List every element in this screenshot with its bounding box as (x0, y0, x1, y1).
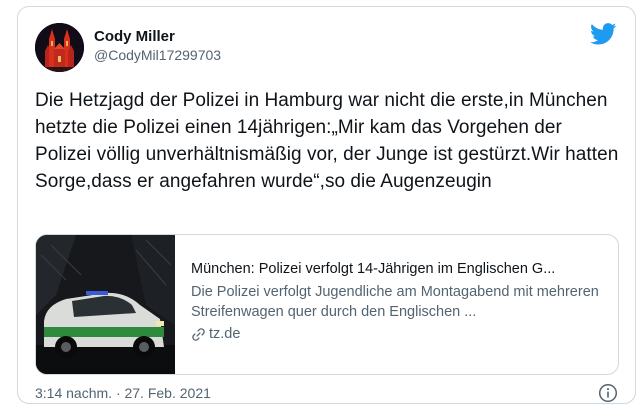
card-description: Die Polizei verfolgt Jugendliche am Mont… (191, 284, 599, 320)
card-title[interactable]: München: Polizei verfolgt 14-Jährigen im… (191, 259, 611, 279)
cathedral-avatar-image (35, 23, 84, 72)
author-handle[interactable]: @CodyMil17299703 (94, 47, 221, 63)
tweet-timestamp[interactable]: 3:14 nachm. · 27. Feb. 2021 (35, 385, 211, 401)
link-icon (191, 327, 206, 342)
tweet-text: Die Hetzjagd der Polizei in Hamburg war … (35, 90, 619, 192)
author-name[interactable]: Cody Miller (94, 28, 175, 45)
card-body[interactable]: München: Polizei verfolgt 14-Jährigen im… (191, 259, 611, 344)
twitter-bird-icon[interactable] (589, 23, 617, 45)
card-domain[interactable]: tz.de (209, 324, 240, 344)
info-icon[interactable] (598, 383, 618, 403)
card-thumbnail[interactable] (36, 235, 175, 374)
card-domain-row[interactable]: tz.de (191, 324, 611, 344)
link-card[interactable]: München: Polizei verfolgt 14-Jährigen im… (35, 234, 619, 375)
avatar[interactable] (35, 23, 84, 72)
police-car-photo (36, 235, 175, 374)
tweet-embed: Cody Miller @CodyMil17299703 Die Hetzjag… (17, 6, 636, 404)
